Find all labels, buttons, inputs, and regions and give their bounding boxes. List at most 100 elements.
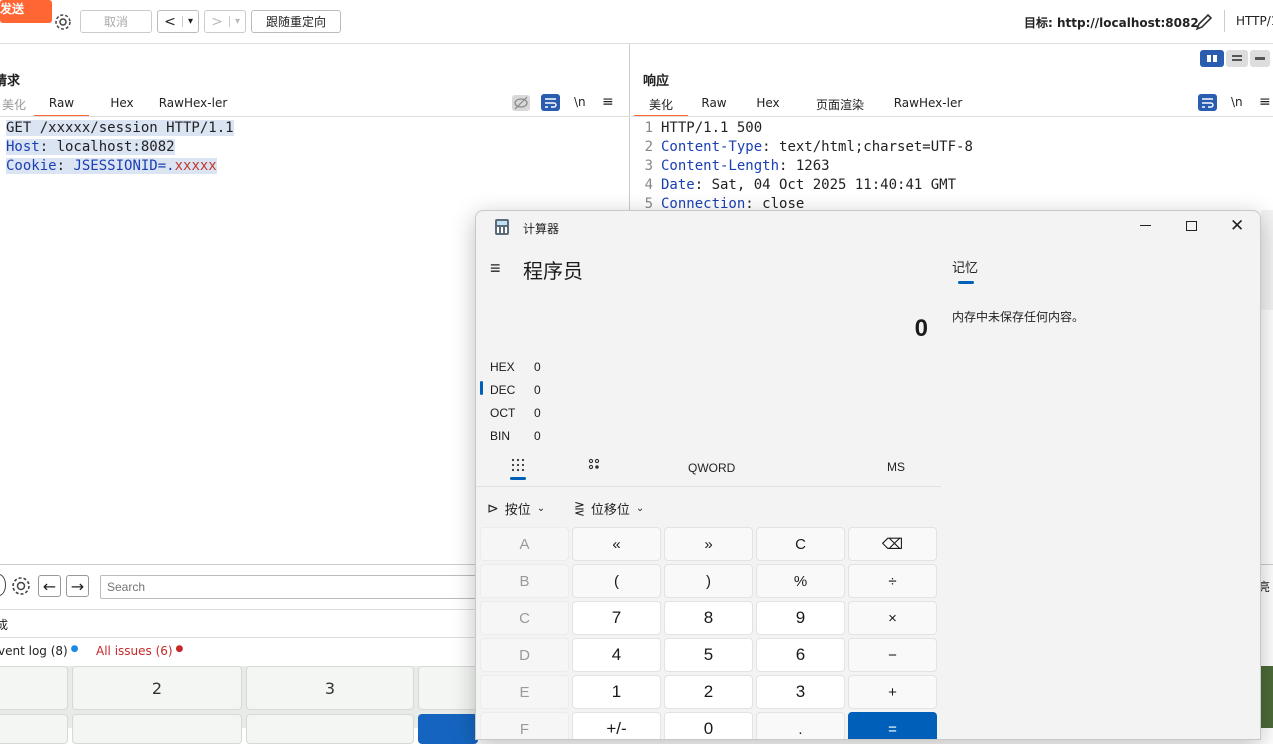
key-backspace[interactable]: ⌫ xyxy=(848,527,937,561)
divider xyxy=(0,609,475,610)
send-button[interactable]: 发送 xyxy=(0,0,52,23)
key-negate[interactable]: +/- xyxy=(572,712,661,739)
tab-render[interactable]: 页面渲染 xyxy=(804,94,876,116)
status-text: 成 xyxy=(0,618,9,632)
key-A[interactable]: A xyxy=(480,527,569,561)
http-version-label[interactable]: HTTP/1 xyxy=(1236,14,1273,28)
bit-toggle-keypad-icon[interactable] xyxy=(588,458,602,472)
key-0[interactable]: 0 xyxy=(664,712,753,739)
chevron-down-icon: ⌄ xyxy=(635,503,645,514)
key-3[interactable]: 3 xyxy=(756,675,845,709)
response-editor[interactable]: 1 HTTP/1.1 500 2 Content-Type: text/html;c… xyxy=(637,119,973,214)
bitshift-dropdown[interactable]: ⋛ 位移位 ⌄ xyxy=(574,499,644,518)
bg-key-2: 2 xyxy=(72,666,242,710)
radix-hex[interactable]: HEX 0 xyxy=(490,360,541,374)
back-button[interactable]: < xyxy=(158,14,182,30)
mode-title: 程序员 xyxy=(523,261,583,283)
search-prev-arrow-icon[interactable]: ← xyxy=(38,575,61,597)
memory-empty-message: 内存中未保存任何内容。 xyxy=(952,310,1085,324)
cancel-button[interactable]: 取消 xyxy=(80,10,152,33)
forward-dropdown-icon[interactable]: ▾ xyxy=(229,16,245,27)
radix-dec[interactable]: DEC 0 xyxy=(490,383,541,397)
layout-toggle-group xyxy=(1200,50,1270,67)
horizontal-view-icon[interactable] xyxy=(1226,50,1248,67)
chevron-down-icon: ⌄ xyxy=(536,503,546,514)
key-5[interactable]: 5 xyxy=(664,638,753,672)
key-D[interactable]: D xyxy=(480,638,569,672)
key-F[interactable]: F xyxy=(480,712,569,739)
key-E[interactable]: E xyxy=(480,675,569,709)
memory-store-button[interactable]: MS xyxy=(887,460,905,474)
key-divide[interactable]: ÷ xyxy=(848,564,937,598)
key-2[interactable]: 2 xyxy=(664,675,753,709)
newline-toggle[interactable]: \n xyxy=(574,95,586,109)
radix-oct[interactable]: OCT 0 xyxy=(490,406,541,420)
key-minus[interactable]: − xyxy=(848,638,937,672)
forward-nav-group[interactable]: > ▾ xyxy=(204,10,246,33)
radix-bin[interactable]: BIN 0 xyxy=(490,429,541,443)
forward-button[interactable]: > xyxy=(205,14,229,30)
key-9[interactable]: 9 xyxy=(756,601,845,635)
split-view-icon[interactable] xyxy=(1200,50,1224,67)
key-6[interactable]: 6 xyxy=(756,638,845,672)
search-settings-gear-icon[interactable] xyxy=(10,575,32,597)
request-line-3: Cookie: JSESSIONID=.xxxxx xyxy=(6,158,217,174)
key-equals[interactable]: = xyxy=(848,712,937,739)
minimize-icon[interactable] xyxy=(1140,225,1151,226)
request-editor[interactable]: GET /xxxxx/session HTTP/1.1 Host: localh… xyxy=(6,119,234,176)
key-shift-right[interactable]: » xyxy=(664,527,753,561)
nav-menu-hamburger-icon[interactable]: ≡ xyxy=(490,258,501,279)
key-B[interactable]: B xyxy=(480,564,569,598)
response-line: 2 Content-Type: text/html;charset=UTF-8 xyxy=(644,139,973,155)
close-icon[interactable]: ✕ xyxy=(1230,216,1244,236)
tab-pretty[interactable]: 美化 xyxy=(634,94,688,117)
key-decimal[interactable]: . xyxy=(756,712,845,739)
event-log-tab[interactable]: vent log (8) ● xyxy=(0,644,78,658)
all-issues-tab[interactable]: All issues (6) ● xyxy=(96,644,183,658)
bg-key xyxy=(72,714,242,744)
tab-pretty[interactable]: 美化 xyxy=(0,94,34,116)
target-label: 目标: http://localhost:8082 xyxy=(1024,16,1199,30)
tab-view-icon[interactable] xyxy=(1250,50,1270,67)
key-close-paren[interactable]: ) xyxy=(664,564,753,598)
key-percent[interactable]: % xyxy=(756,564,845,598)
key-C-hex[interactable]: C xyxy=(480,601,569,635)
search-next-arrow-icon[interactable]: → xyxy=(66,575,89,597)
full-keypad-icon[interactable] xyxy=(511,458,525,472)
window-title: 计算器 xyxy=(523,222,560,236)
key-7[interactable]: 7 xyxy=(572,601,661,635)
key-8[interactable]: 8 xyxy=(664,601,753,635)
back-dropdown-icon[interactable]: ▾ xyxy=(182,16,198,27)
key-1[interactable]: 1 xyxy=(572,675,661,709)
word-wrap-icon[interactable] xyxy=(541,94,560,111)
word-wrap-icon[interactable] xyxy=(1198,94,1217,111)
tab-raw[interactable]: Raw xyxy=(34,94,89,117)
key-plus[interactable]: + xyxy=(848,675,937,709)
follow-redirect-button[interactable]: 跟随重定向 xyxy=(251,10,341,33)
key-multiply[interactable]: × xyxy=(848,601,937,635)
hide-nonprintable-icon[interactable] xyxy=(512,95,530,111)
tab-raw[interactable]: Raw xyxy=(688,94,740,116)
search-input[interactable] xyxy=(100,575,480,599)
back-nav-group[interactable]: < ▾ xyxy=(157,10,199,33)
key-clear[interactable]: C xyxy=(756,527,845,561)
keypad-active-indicator xyxy=(510,477,526,480)
key-open-paren[interactable]: ( xyxy=(572,564,661,598)
tab-hex[interactable]: Hex xyxy=(97,94,147,116)
bitwise-dropdown[interactable]: ⊳ 按位 ⌄ xyxy=(487,499,545,518)
word-size-button[interactable]: QWORD xyxy=(688,461,735,475)
edit-target-pencil-icon[interactable] xyxy=(1193,11,1215,33)
key-shift-left[interactable]: « xyxy=(572,527,661,561)
menu-hamburger-icon[interactable]: ≡ xyxy=(602,94,614,110)
key-4[interactable]: 4 xyxy=(572,638,661,672)
tab-rawhex[interactable]: RawHex-ler xyxy=(888,94,968,116)
response-line: 3 Content-Length: 1263 xyxy=(644,158,830,174)
newline-toggle[interactable]: \n xyxy=(1231,95,1243,109)
settings-gear-icon[interactable] xyxy=(52,10,74,33)
memory-tab[interactable]: 记忆 xyxy=(952,257,978,276)
help-icon[interactable] xyxy=(0,574,6,596)
maximize-icon[interactable] xyxy=(1186,221,1197,231)
menu-hamburger-icon[interactable]: ≡ xyxy=(1259,94,1271,110)
tab-rawhex[interactable]: RawHex-ler xyxy=(153,94,233,116)
tab-hex[interactable]: Hex xyxy=(742,94,794,116)
